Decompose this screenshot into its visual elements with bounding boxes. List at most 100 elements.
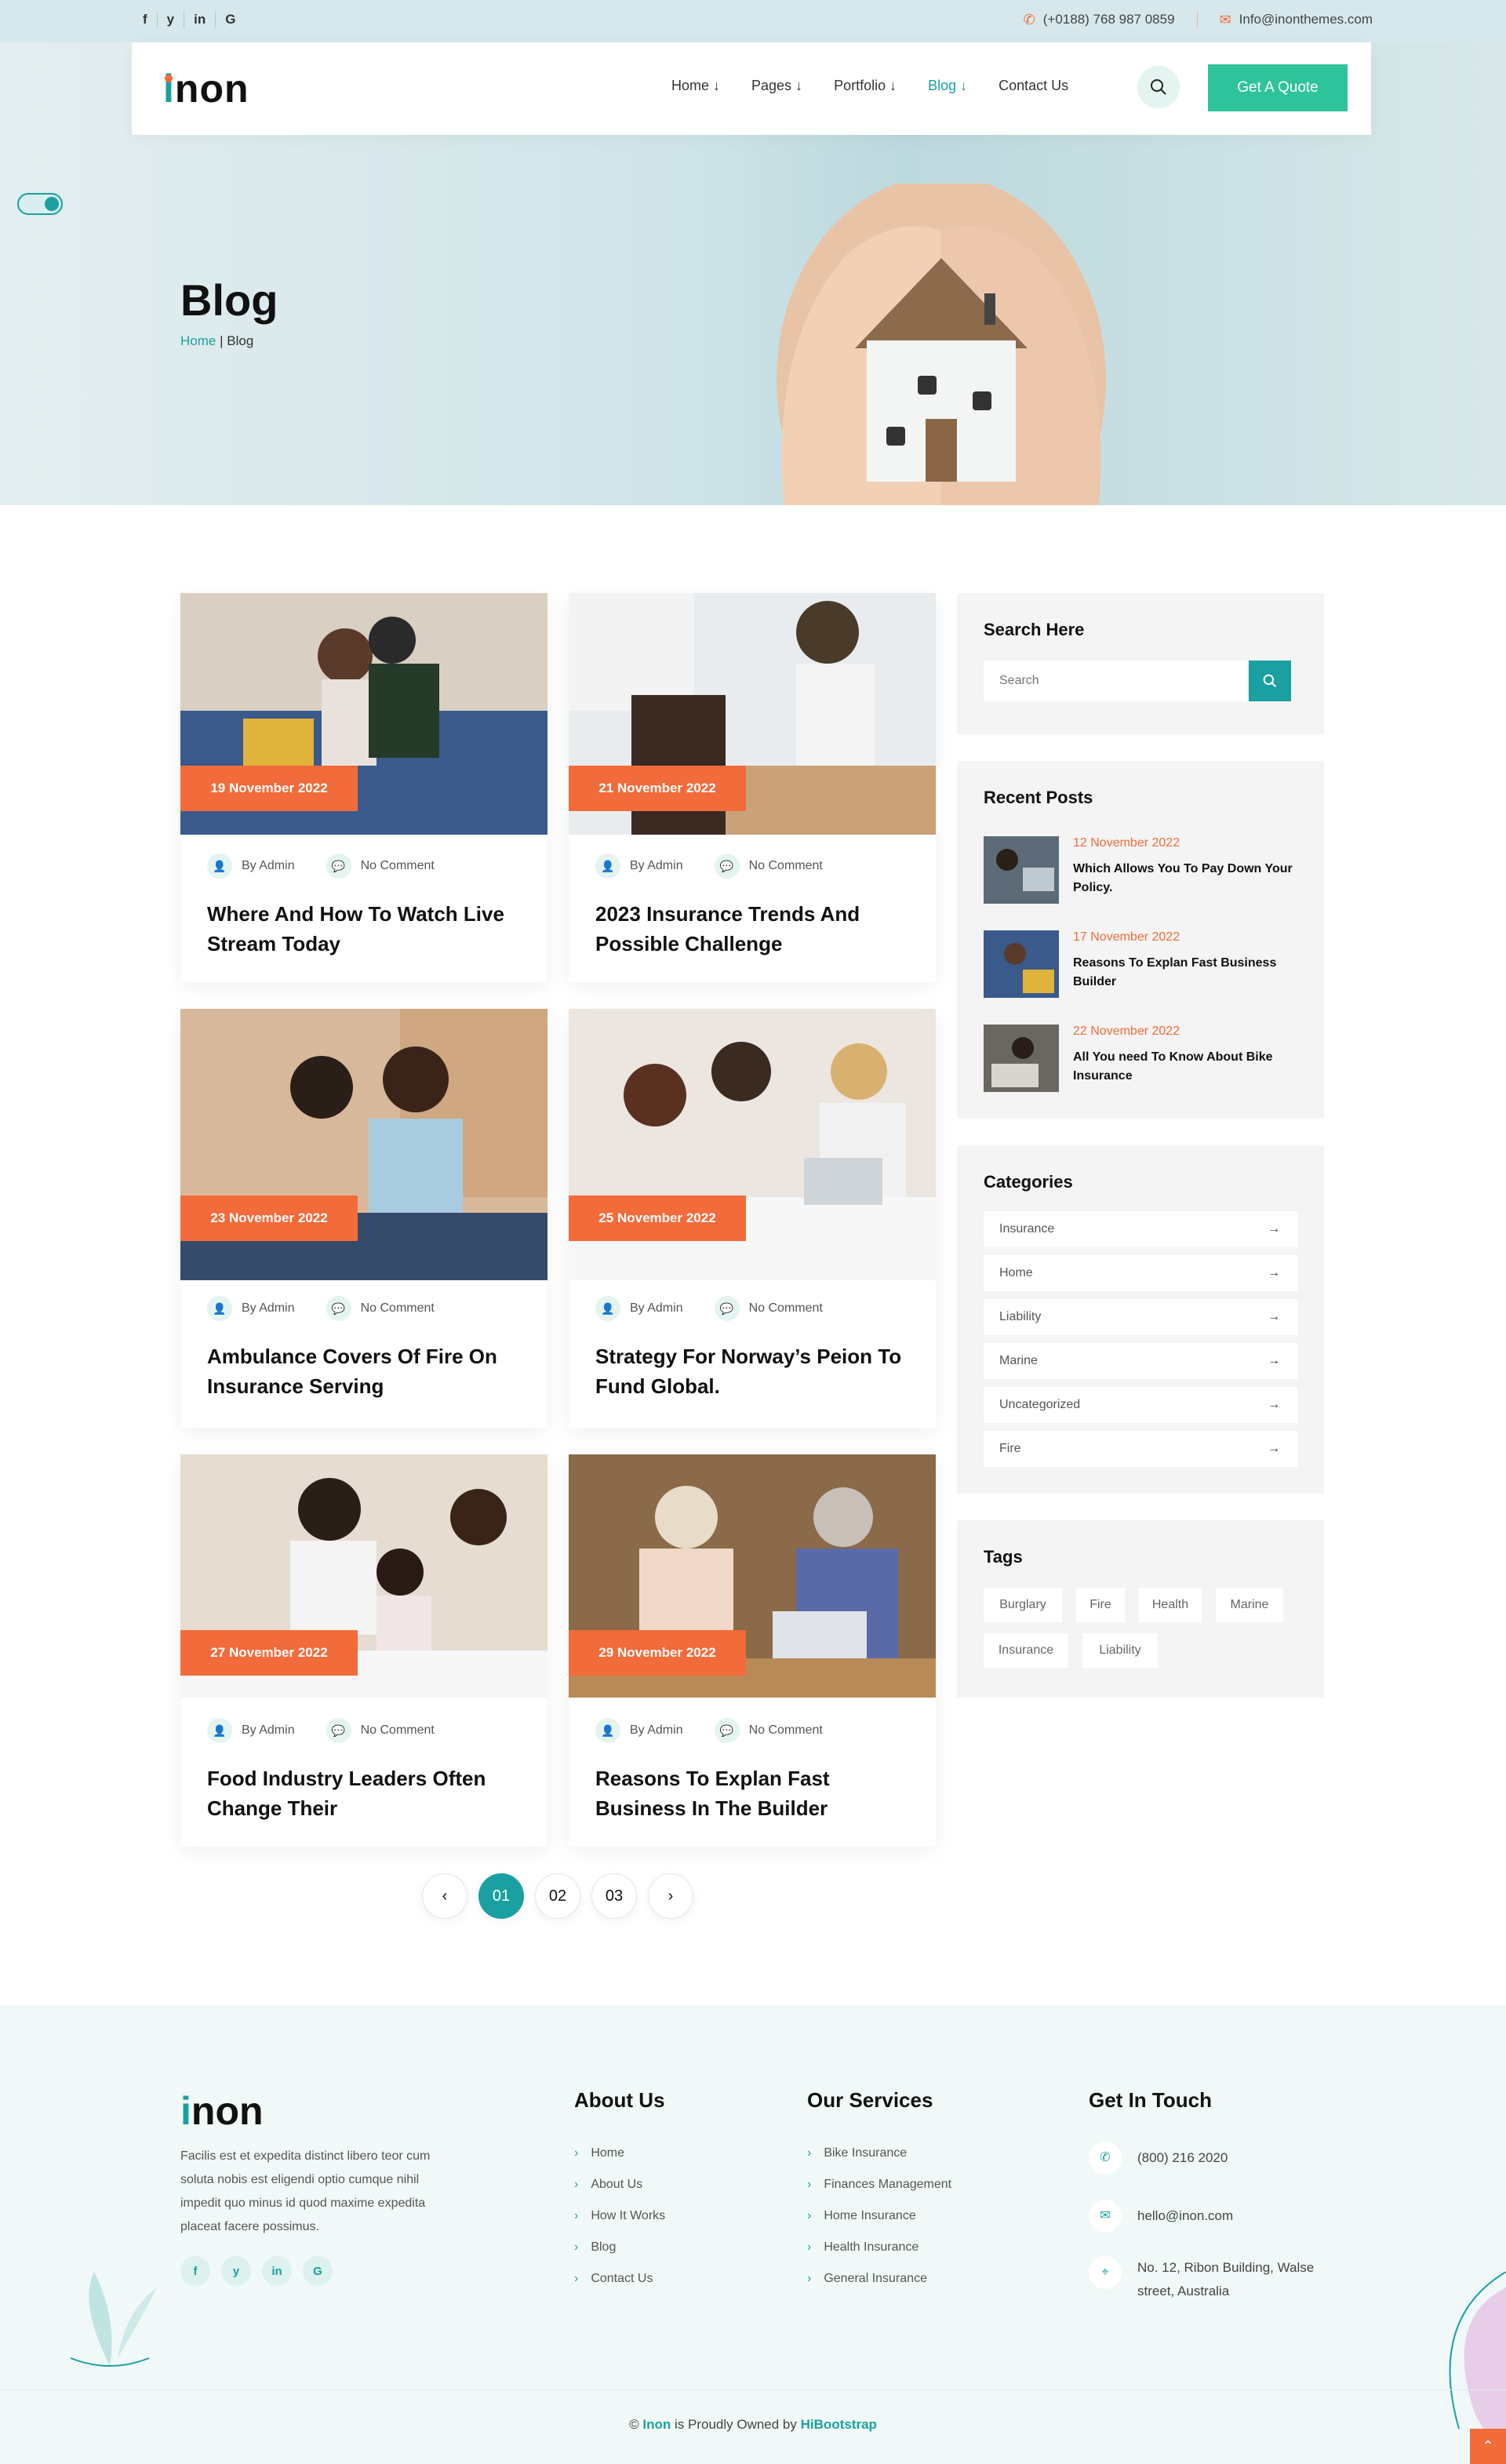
nav-portfolio[interactable]: Portfolio ↓ <box>834 78 897 94</box>
footer-link[interactable]: › Blog <box>574 2240 616 2255</box>
arrow-right-icon: → <box>1268 1310 1280 1323</box>
page-3[interactable]: 03 <box>591 1873 637 1919</box>
recent-post-item[interactable]: 12 November 2022 Which Allows You To Pay… <box>984 836 1297 904</box>
nav-contact[interactable]: Contact Us <box>999 78 1068 94</box>
tag-item[interactable]: Health <box>1139 1588 1202 1622</box>
get-quote-button[interactable]: Get A Quote <box>1208 64 1348 111</box>
house-in-hands-image <box>777 184 1106 505</box>
theme-toggle[interactable] <box>17 193 63 215</box>
blog-card[interactable]: 21 November 2022 👤 By Admin 💬 No Comment 2… <box>569 593 936 982</box>
footer-phone[interactable]: ✆ (800) 216 2020 <box>1089 2142 1228 2175</box>
footer-link[interactable]: › Contact Us <box>574 2272 653 2286</box>
owner-link[interactable]: HiBootstrap <box>801 2417 877 2432</box>
post-author[interactable]: 👤 By Admin <box>595 853 683 879</box>
recent-post-date: 17 November 2022 <box>1073 930 1180 944</box>
recent-post-title[interactable]: All You need To Know About Bike Insuranc… <box>1073 1048 1300 1086</box>
next-page-button[interactable]: › <box>648 1873 693 1919</box>
footer-email[interactable]: ✉ hello@inon.com <box>1089 2200 1233 2233</box>
linkedin-icon[interactable]: in <box>262 2256 292 2286</box>
chevron-right-icon: › <box>807 2272 812 2285</box>
post-comments[interactable]: 💬 No Comment <box>714 1296 823 1321</box>
facebook-icon[interactable]: f <box>180 2256 210 2286</box>
post-author[interactable]: 👤 By Admin <box>207 1718 295 1743</box>
footer-description: Facilis est et expedita distinct libero … <box>180 2149 431 2233</box>
category-item[interactable]: Marine → <box>984 1343 1297 1379</box>
arrow-right-icon: → <box>1268 1442 1280 1455</box>
twitter-icon[interactable]: y <box>158 11 185 28</box>
mail-icon: ✉ <box>1219 11 1231 27</box>
comment-icon: 💬 <box>714 1718 740 1743</box>
copyright: © Inon is Proudly Owned by HiBootstrap <box>629 2417 877 2432</box>
leaf-decoration <box>70 2272 157 2367</box>
post-title[interactable]: Strategy For Norway’s Peion To Fund Glob… <box>595 1341 909 1401</box>
footer-link[interactable]: › Home Insurance <box>807 2209 916 2223</box>
facebook-icon[interactable]: f <box>133 11 158 28</box>
blog-card[interactable]: 19 November 2022 👤 By Admin 💬 No Comment W… <box>180 593 547 982</box>
page-1[interactable]: 01 <box>478 1873 524 1919</box>
tag-item[interactable]: Insurance <box>984 1633 1068 1668</box>
top-email[interactable]: ✉ Info@inonthemes.com <box>1220 11 1373 28</box>
tag-item[interactable]: Liability <box>1082 1633 1158 1668</box>
category-item[interactable]: Home → <box>984 1255 1297 1291</box>
footer-logo[interactable]: inon <box>180 2088 264 2134</box>
post-author[interactable]: 👤 By Admin <box>207 1296 295 1321</box>
google-icon[interactable]: G <box>303 2256 333 2286</box>
post-comments[interactable]: 💬 No Comment <box>326 853 435 879</box>
search-button[interactable] <box>1137 66 1180 108</box>
blog-card[interactable]: 25 November 2022 👤 By Admin 💬 No Comment S… <box>569 1009 936 1428</box>
recent-post-title[interactable]: Reasons To Explan Fast Business Builder <box>1073 954 1300 992</box>
recent-post-item[interactable]: 17 November 2022 Reasons To Explan Fast … <box>984 930 1297 998</box>
post-title[interactable]: Where And How To Watch Live Stream Today <box>207 899 521 959</box>
nav-home[interactable]: Home ↓ <box>671 78 720 94</box>
footer-link[interactable]: › Home <box>574 2146 624 2160</box>
post-comments[interactable]: 💬 No Comment <box>714 1718 823 1743</box>
blog-card[interactable]: 29 November 2022 👤 By Admin 💬 No Comment R… <box>569 1454 936 1847</box>
post-comments[interactable]: 💬 No Comment <box>714 853 823 879</box>
twitter-icon[interactable]: y <box>221 2256 251 2286</box>
user-icon: 👤 <box>207 1296 232 1321</box>
blog-card[interactable]: 27 November 2022 👤 By Admin 💬 No Comment F… <box>180 1454 547 1847</box>
post-title[interactable]: Ambulance Covers Of Fire On Insurance Se… <box>207 1341 521 1401</box>
post-author[interactable]: 👤 By Admin <box>207 853 295 879</box>
nav-pages[interactable]: Pages ↓ <box>751 78 802 94</box>
post-title[interactable]: Reasons To Explan Fast Business In The B… <box>595 1763 909 1823</box>
footer-link[interactable]: › How It Works <box>574 2209 665 2223</box>
breadcrumb-home[interactable]: Home <box>180 333 216 348</box>
post-date: 19 November 2022 <box>180 766 358 811</box>
post-author[interactable]: 👤 By Admin <box>595 1296 683 1321</box>
tag-item[interactable]: Fire <box>1076 1588 1125 1622</box>
blog-card[interactable]: 23 November 2022 👤 By Admin 💬 No Comment A… <box>180 1009 547 1428</box>
category-item[interactable]: Liability → <box>984 1299 1297 1335</box>
prev-page-button[interactable]: ‹ <box>422 1873 467 1919</box>
footer-link[interactable]: › Bike Insurance <box>807 2146 907 2160</box>
recent-post-item[interactable]: 22 November 2022 All You need To Know Ab… <box>984 1025 1297 1092</box>
page-2[interactable]: 02 <box>535 1873 580 1919</box>
footer-link[interactable]: › Finances Management <box>807 2178 951 2192</box>
search-input[interactable] <box>984 661 1247 701</box>
footer-link[interactable]: › General Insurance <box>807 2272 927 2286</box>
nav-blog[interactable]: Blog ↓ <box>928 78 967 94</box>
user-icon: 👤 <box>595 1296 620 1321</box>
search-submit-button[interactable] <box>1249 661 1291 701</box>
category-item[interactable]: Fire → <box>984 1431 1297 1467</box>
comment-icon: 💬 <box>326 1718 351 1743</box>
brand-link[interactable]: Inon <box>642 2417 671 2432</box>
tag-item[interactable]: Marine <box>1216 1588 1283 1622</box>
post-author[interactable]: 👤 By Admin <box>595 1718 683 1743</box>
category-item[interactable]: Uncategorized → <box>984 1387 1297 1423</box>
post-title[interactable]: 2023 Insurance Trends And Possible Chall… <box>595 899 909 959</box>
google-icon[interactable]: G <box>216 11 245 28</box>
footer-link[interactable]: › Health Insurance <box>807 2240 919 2255</box>
tag-item[interactable]: Burglary <box>984 1588 1062 1622</box>
linkedin-icon[interactable]: in <box>184 11 216 28</box>
footer-link[interactable]: › About Us <box>574 2178 642 2192</box>
scroll-to-top-button[interactable]: ⌃ <box>1470 2429 1506 2464</box>
user-icon: 👤 <box>207 853 232 879</box>
post-comments[interactable]: 💬 No Comment <box>326 1718 435 1743</box>
category-item[interactable]: Insurance → <box>984 1211 1297 1247</box>
logo[interactable]: inon <box>163 66 249 111</box>
recent-post-title[interactable]: Which Allows You To Pay Down Your Policy… <box>1073 860 1300 897</box>
top-phone[interactable]: ✆ (+0188) 768 987 0859 <box>1024 11 1175 28</box>
post-title[interactable]: Food Industry Leaders Often Change Their <box>207 1763 521 1823</box>
post-comments[interactable]: 💬 No Comment <box>326 1296 435 1321</box>
